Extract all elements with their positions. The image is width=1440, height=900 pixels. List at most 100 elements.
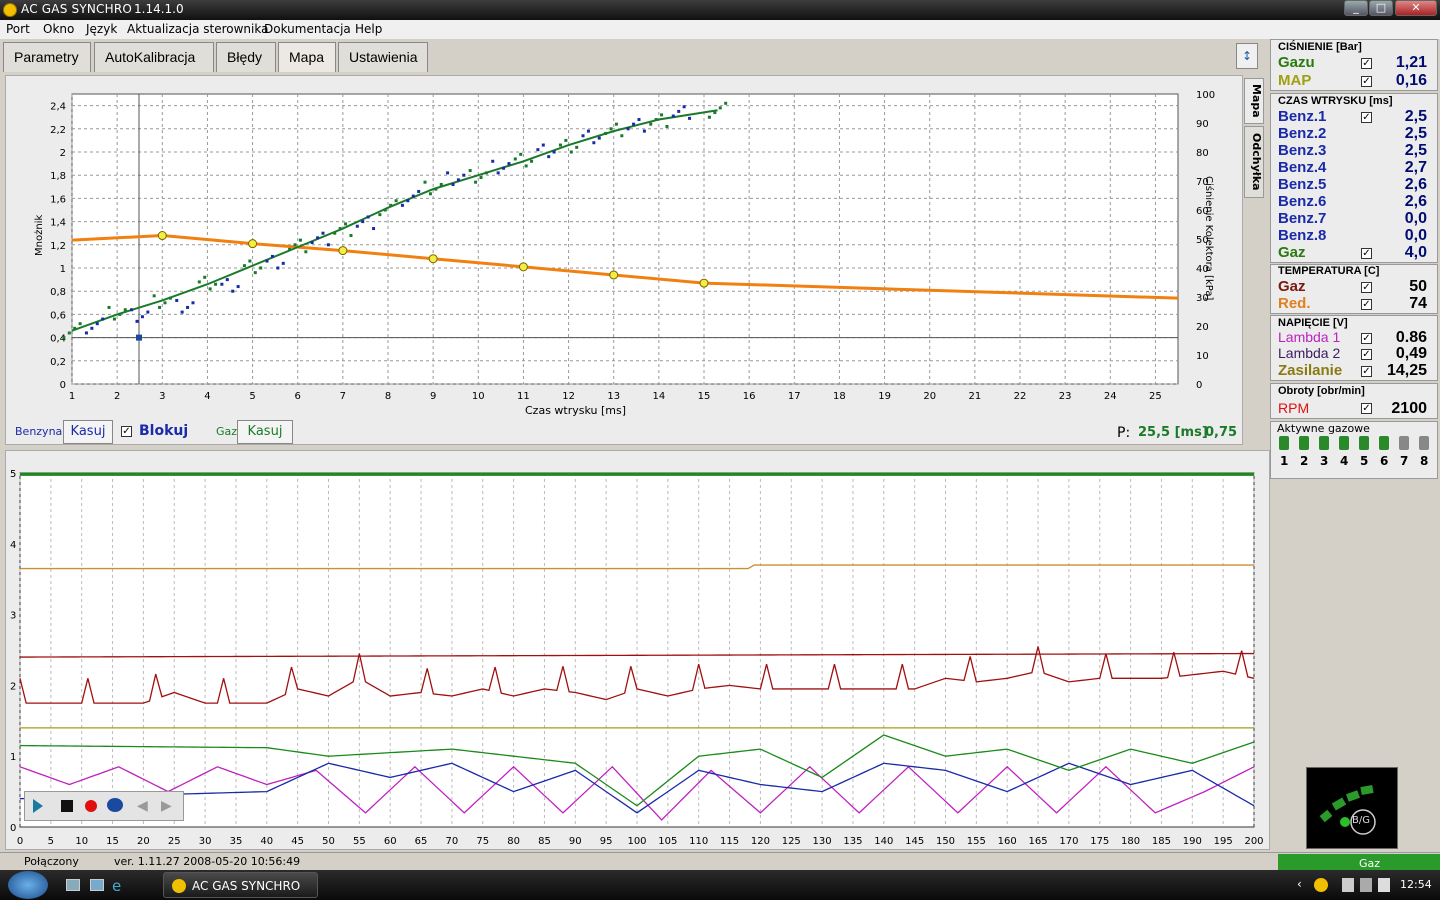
close-button[interactable]: ✕ xyxy=(1395,0,1437,16)
rpm-checkbox[interactable]: ✓ xyxy=(1361,403,1372,414)
map-ytick: 1 xyxy=(60,264,66,275)
map-ytick: 0 xyxy=(60,380,66,391)
map-point-benzyna xyxy=(547,155,551,159)
explorer-icon[interactable] xyxy=(90,879,104,891)
tray-network-icon[interactable] xyxy=(1342,878,1354,892)
osc-xtick: 115 xyxy=(720,836,739,847)
menu-port[interactable]: Port xyxy=(6,22,30,36)
inject-value-4: 2,6 xyxy=(1404,176,1427,193)
map-y2label: Ciśnienie Kolektora [kPa] xyxy=(1203,176,1215,300)
map-chart[interactable]: 1 2 3 4 5 6 7 8 9 10 11 12 13 14 15 16 17 18 19 20 21 22 23 24 2… xyxy=(6,76,1244,421)
oscilloscope-chart[interactable]: 0 5 10 15 20 25 30 35 40 45 50 55 60 65 70 75 80 85 90 95 10… xyxy=(6,451,1271,849)
prev-icon[interactable]: ◀ xyxy=(137,798,148,814)
maximize-button[interactable]: □ xyxy=(1369,0,1393,16)
map-point-benzyna xyxy=(586,129,590,133)
start-button[interactable] xyxy=(8,871,48,899)
tray-expand-icon[interactable]: ‹ xyxy=(1297,877,1302,891)
map-point-benzyna xyxy=(536,148,540,152)
osc-xtick: 105 xyxy=(658,836,677,847)
record-icon[interactable] xyxy=(85,800,97,812)
kasuj-gaz-button[interactable]: Kasuj xyxy=(237,420,293,444)
map-point-gaz xyxy=(293,243,297,247)
tool-button[interactable]: ↕ xyxy=(1236,43,1258,69)
inject-checkbox-8[interactable]: ✓ xyxy=(1361,248,1372,259)
tab-mapa[interactable]: Mapa xyxy=(278,42,336,72)
status-version: ver. 1.11.27 2008-05-20 10:56:49 xyxy=(114,855,301,868)
map-point-benzyna xyxy=(502,166,506,170)
tab-parametry[interactable]: Parametry xyxy=(3,42,91,72)
blokuj-checkbox[interactable]: ✓ xyxy=(121,426,132,437)
map-point-gaz xyxy=(333,231,337,235)
menu-okno[interactable]: Okno xyxy=(43,22,74,36)
map-point-gaz xyxy=(123,308,127,312)
ie-icon[interactable]: e xyxy=(112,877,121,895)
map-cursor-point xyxy=(136,334,142,341)
show-desktop-icon[interactable] xyxy=(66,879,80,891)
tray-volume-icon[interactable] xyxy=(1378,878,1390,892)
osc-xtick: 180 xyxy=(1121,836,1140,847)
map-point-gaz xyxy=(73,326,77,330)
side-tab-mapa[interactable]: Mapa xyxy=(1244,78,1264,124)
temp-red-checkbox[interactable]: ✓ xyxy=(1361,299,1372,310)
map-point-gaz xyxy=(378,213,382,217)
download-icon[interactable] xyxy=(107,798,123,812)
map-point-benzyna xyxy=(265,259,269,263)
play-icon[interactable] xyxy=(33,799,43,813)
zasilanie-checkbox[interactable]: ✓ xyxy=(1361,366,1372,377)
injector-icon-5 xyxy=(1359,436,1369,450)
menu-jezyk[interactable]: Język xyxy=(86,22,117,36)
lambda2-checkbox[interactable]: ✓ xyxy=(1361,349,1372,360)
osc-xtick: 145 xyxy=(905,836,924,847)
osc-ytick: 2 xyxy=(10,681,16,692)
map-point-benzyna xyxy=(462,173,466,177)
tab-bledy[interactable]: Błędy xyxy=(216,42,276,72)
map-ytick: 1,8 xyxy=(50,171,66,182)
map-point-benzyna xyxy=(186,305,190,309)
oscilloscope-panel: 0 5 10 15 20 25 30 35 40 45 50 55 60 65 70 75 80 85 90 95 10… xyxy=(5,450,1270,850)
pressure-gazu-checkbox[interactable]: ✓ xyxy=(1361,58,1372,69)
tray-power-icon[interactable] xyxy=(1360,878,1372,892)
lambda1-checkbox[interactable]: ✓ xyxy=(1361,333,1372,344)
osc-xtick: 60 xyxy=(384,836,397,847)
blokuj-label: Blokuj xyxy=(139,423,189,439)
pressure-header: CIŚNIENIE [Bar] xyxy=(1278,41,1362,53)
map-point-benzyna xyxy=(417,189,421,193)
taskbar-app-button[interactable]: AC GAS SYNCHRO xyxy=(163,872,318,898)
map-point-gaz xyxy=(383,208,387,212)
pressure-map-checkbox[interactable]: ✓ xyxy=(1361,76,1372,87)
temp-gaz-checkbox[interactable]: ✓ xyxy=(1361,282,1372,293)
map-point-gaz xyxy=(158,305,162,309)
map-point-benzyna xyxy=(411,194,415,198)
next-icon[interactable]: ▶ xyxy=(161,798,172,814)
map-y2tick: 100 xyxy=(1196,90,1215,101)
map-xtick: 15 xyxy=(698,391,711,402)
map-point-gaz xyxy=(208,287,212,291)
osc-xtick: 95 xyxy=(600,836,613,847)
map-y2tick: 0 xyxy=(1196,380,1202,391)
map-point-gaz xyxy=(203,275,207,279)
inject-checkbox-0[interactable]: ✓ xyxy=(1361,112,1372,123)
map-point-gaz xyxy=(614,122,618,126)
osc-xtick: 190 xyxy=(1183,836,1202,847)
injector-num-4: 4 xyxy=(1340,454,1349,468)
map-ytick: 2,2 xyxy=(50,125,66,136)
tray-app-icon[interactable] xyxy=(1314,878,1328,892)
tab-autokalibracja[interactable]: AutoKalibracja xyxy=(94,42,214,72)
minimize-button[interactable]: _ xyxy=(1344,0,1368,16)
stop-icon[interactable] xyxy=(61,800,73,812)
map-ytick: 1,4 xyxy=(50,218,66,229)
map-point-benzyna xyxy=(321,231,325,235)
kasuj-benzyna-button[interactable]: Kasuj xyxy=(63,420,113,444)
menu-help[interactable]: Help xyxy=(355,22,382,36)
lambda2-value: 0,49 xyxy=(1395,345,1427,362)
menu-dokumentacja[interactable]: Dokumentacja xyxy=(264,22,351,36)
side-tab-odchylka[interactable]: Odchyłka xyxy=(1244,126,1264,198)
tab-ustawienia[interactable]: Ustawienia xyxy=(338,42,428,72)
menu-aktualizacja[interactable]: Aktualizacja sterownika xyxy=(127,22,268,36)
map-xtick: 13 xyxy=(607,391,620,402)
map-y2tick: 80 xyxy=(1196,148,1209,159)
pressure-map-value: 0,16 xyxy=(1395,72,1427,89)
map-point-gaz xyxy=(259,266,263,270)
window-version: 1.14.1.0 xyxy=(134,2,184,16)
osc-xtick: 200 xyxy=(1244,836,1263,847)
